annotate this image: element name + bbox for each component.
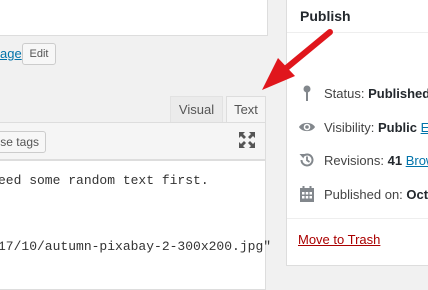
eye-icon (299, 122, 315, 132)
published-on-label: Published on: (324, 187, 403, 202)
content-line: eed some random text first. (0, 173, 209, 188)
browse-revisions-link[interactable]: Brow (406, 153, 428, 168)
status-row: Status: Published E (298, 84, 428, 104)
edit-visibility-link[interactable]: Ed (421, 120, 428, 135)
status-value: Published (368, 86, 428, 101)
tab-text[interactable]: Text (226, 96, 266, 122)
permalink-link[interactable]: age (0, 46, 22, 61)
edit-permalink-button[interactable]: Edit (22, 43, 56, 65)
visibility-value: Public (377, 120, 417, 135)
pin-icon (303, 85, 311, 101)
publish-title: Publish (300, 8, 351, 24)
calendar-icon (300, 186, 314, 202)
post-title-box[interactable] (0, 0, 268, 36)
publish-divider (287, 218, 428, 219)
published-on-value: Oct (406, 187, 428, 202)
published-on-row: Published on: Oct (298, 185, 428, 205)
revisions-label: Revisions: (324, 153, 384, 168)
close-tags-button[interactable]: ose tags (0, 131, 46, 153)
revisions-value: 41 (387, 153, 403, 168)
revisions-icon (299, 153, 314, 167)
tab-visual[interactable]: Visual (170, 96, 223, 122)
fullscreen-icon[interactable] (238, 131, 256, 149)
move-to-trash-link[interactable]: Move to Trash (298, 232, 380, 247)
visibility-row: Visibility: Public Ed (298, 118, 428, 138)
content-line: 17/10/autumn-pixabay-2-300x200.jpg" (0, 239, 272, 254)
visibility-label: Visibility: (324, 120, 375, 135)
status-label: Status: (324, 86, 365, 101)
revisions-row: Revisions: 41 Brow (298, 151, 428, 171)
